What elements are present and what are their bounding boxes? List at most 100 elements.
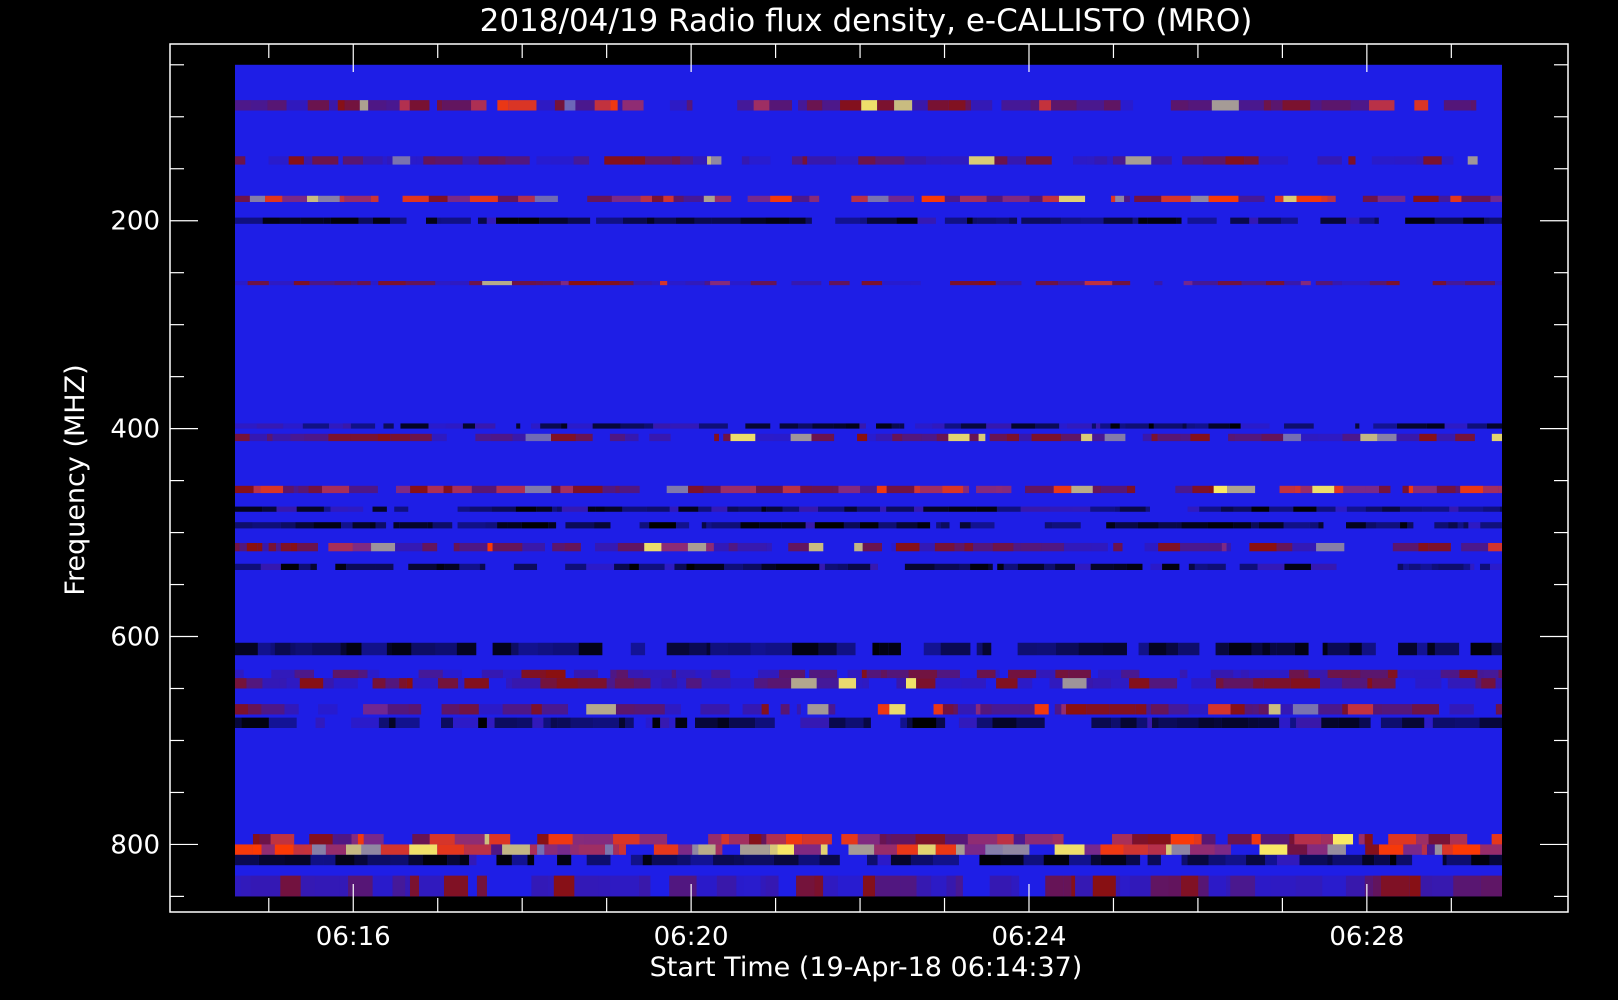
heatmap-cell	[866, 669, 882, 679]
heatmap-cell	[348, 506, 364, 512]
heatmap-cell	[399, 522, 428, 529]
heatmap-cell	[704, 281, 711, 286]
heatmap-cell	[456, 642, 477, 656]
heatmap-cell	[923, 642, 941, 656]
heatmap-cell	[1061, 217, 1081, 224]
heatmap-cell	[1463, 217, 1485, 224]
heatmap-cell	[957, 704, 976, 715]
heatmap-cell	[1449, 506, 1459, 512]
heatmap-cell	[1233, 506, 1252, 512]
heatmap-cell	[578, 844, 606, 855]
heatmap-cell	[592, 423, 621, 429]
heatmap-cell	[1265, 854, 1277, 866]
heatmap-cell	[584, 834, 614, 845]
heatmap-cell	[248, 704, 262, 715]
heatmap-cell	[462, 423, 476, 429]
heatmap-cell	[1008, 669, 1037, 679]
heatmap-cell	[437, 844, 465, 855]
heatmap-cell	[1068, 669, 1091, 679]
heatmap-cell	[819, 563, 825, 570]
heatmap-cell	[959, 522, 971, 529]
heatmap-cell	[690, 854, 714, 866]
heatmap-cell	[1153, 423, 1183, 429]
heatmap-cell	[594, 100, 611, 111]
heatmap-cell	[1408, 485, 1414, 494]
heatmap-band	[235, 678, 1502, 689]
heatmap-cell	[1483, 506, 1500, 512]
heatmap-cell	[235, 485, 254, 494]
heatmap-cell	[1194, 834, 1202, 845]
heatmap-cell	[960, 423, 987, 429]
heatmap-cell	[847, 563, 871, 570]
heatmap-cell	[452, 485, 472, 494]
heatmap-cell	[1332, 854, 1363, 866]
heatmap-cell	[531, 704, 542, 715]
heatmap-cell	[435, 156, 463, 165]
heatmap-cell	[934, 542, 955, 552]
heatmap-cell	[967, 834, 998, 845]
heatmap-cell	[475, 433, 491, 442]
heatmap-cell	[848, 844, 875, 855]
heatmap-cell	[976, 506, 997, 512]
heatmap-cell	[1321, 100, 1351, 111]
heatmap-cell	[740, 217, 766, 224]
heatmap-cell	[522, 542, 545, 552]
heatmap-cell	[457, 506, 470, 512]
heatmap-cell	[1100, 854, 1127, 866]
heatmap-cell	[1283, 433, 1302, 442]
heatmap-cell	[859, 522, 879, 529]
heatmap-cell	[1238, 195, 1265, 203]
heatmap-cell	[594, 522, 611, 529]
heatmap-cell	[1480, 844, 1502, 855]
heatmap-cell	[1259, 844, 1288, 855]
heatmap-cell	[965, 100, 972, 111]
heatmap-cell	[835, 217, 860, 224]
heatmap-cell	[1217, 281, 1242, 286]
heatmap-cell	[341, 522, 353, 529]
heatmap-cell	[669, 875, 697, 897]
heatmap-cell	[311, 844, 326, 855]
heatmap-cell	[1124, 195, 1130, 203]
heatmap-cell	[1178, 642, 1200, 656]
heatmap-cell	[1114, 506, 1120, 512]
heatmap-cell	[933, 854, 959, 866]
heatmap-cell	[518, 217, 540, 224]
heatmap-cell	[1020, 506, 1051, 512]
heatmap-cell	[1125, 156, 1152, 165]
heatmap-cell	[304, 844, 312, 855]
heatmap-cell	[1374, 854, 1390, 866]
heatmap-cell	[761, 563, 776, 570]
heatmap-cell	[1412, 704, 1440, 715]
heatmap-cell	[724, 563, 743, 570]
heatmap-cell	[261, 704, 285, 715]
heatmap-cell	[548, 834, 573, 845]
heatmap-cell	[675, 217, 695, 224]
heatmap-cell	[646, 217, 655, 224]
heatmap-cell	[375, 563, 394, 570]
heatmap-cell	[323, 217, 331, 224]
heatmap-cell	[1253, 678, 1264, 689]
heatmap-cell	[427, 522, 433, 529]
heatmap-cell	[1158, 717, 1177, 729]
heatmap-cell	[1100, 844, 1124, 855]
heatmap-cell	[765, 217, 790, 224]
heatmap-cell	[235, 281, 248, 286]
heatmap-cell	[1327, 195, 1336, 203]
heatmap-cell	[1161, 195, 1191, 203]
heatmap-cell	[1470, 100, 1477, 111]
heatmap-cell	[1132, 834, 1148, 845]
heatmap-cell	[1074, 563, 1091, 570]
heatmap-cell	[1018, 433, 1032, 442]
heatmap-cell	[755, 717, 775, 729]
heatmap-cell	[837, 563, 848, 570]
heatmap-cell	[361, 642, 387, 656]
heatmap-cell	[315, 717, 325, 729]
heatmap-cell	[486, 717, 495, 729]
heatmap-cell	[283, 423, 303, 429]
heatmap-cell	[1148, 844, 1167, 855]
heatmap-cell	[1309, 522, 1319, 529]
heatmap-cell	[393, 522, 400, 529]
heatmap-cell	[878, 522, 897, 529]
heatmap-cell	[409, 875, 420, 897]
heatmap-cell	[652, 717, 661, 729]
